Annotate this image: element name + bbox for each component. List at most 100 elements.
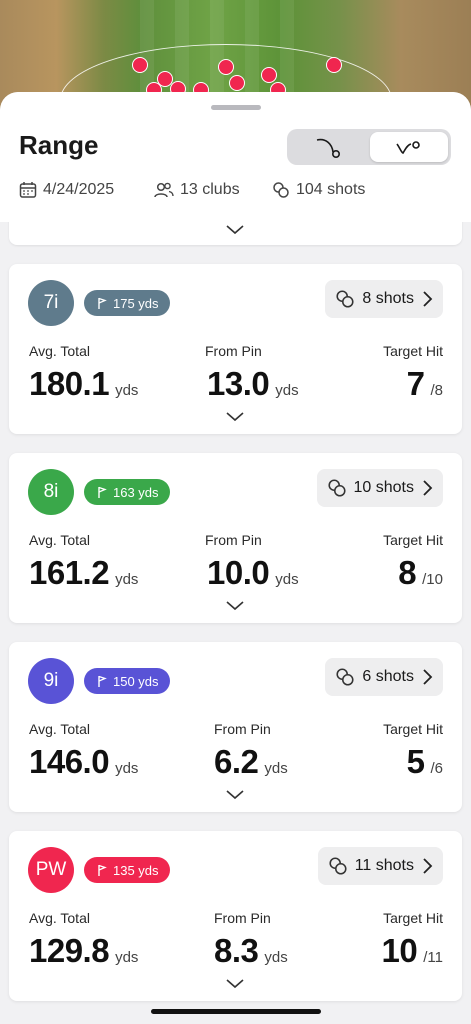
shot-curve-icon: [316, 138, 340, 159]
users-icon: [154, 182, 174, 198]
from-pin-value: 8.3 yds: [214, 932, 288, 970]
unit-yds: yds: [115, 949, 139, 966]
chevron-down-icon[interactable]: [225, 411, 245, 423]
from-pin-number: 13.0: [207, 365, 270, 402]
club-badge: 7i: [28, 280, 74, 326]
from-pin-value: 10.0 yds: [207, 554, 299, 592]
shot-marker: [132, 57, 148, 73]
golf-balls-icon: [336, 668, 354, 686]
shot-marker: [326, 57, 342, 73]
avg-total-label: Avg. Total: [29, 721, 90, 737]
shot-marker: [229, 75, 245, 91]
from-pin-number: 8.3: [214, 932, 259, 969]
home-indicator[interactable]: [151, 1009, 321, 1014]
from-pin-label: From Pin: [205, 532, 262, 548]
golf-balls-icon: [336, 290, 354, 308]
unit-yds: yds: [115, 760, 139, 777]
shots-button[interactable]: 8 shots: [325, 280, 443, 318]
from-pin-number: 6.2: [214, 743, 259, 780]
pin-text: 150 yds: [113, 673, 159, 689]
pin-distance-badge: 150 yds: [84, 668, 170, 694]
avg-total-label: Avg. Total: [29, 343, 90, 359]
shots-button[interactable]: 11 shots: [317, 847, 443, 885]
calendar-icon: [19, 182, 37, 198]
target-hit-total: /8: [430, 382, 443, 399]
chevron-down-icon[interactable]: [225, 789, 245, 801]
club-count: 13 clubs: [154, 181, 240, 199]
session-date: 4/24/2025: [19, 181, 114, 199]
avg-total-number: 180.1: [29, 365, 110, 402]
toggle-shot-trace[interactable]: [370, 132, 448, 162]
from-pin-label: From Pin: [214, 910, 271, 926]
shots-button[interactable]: 6 shots: [325, 658, 443, 696]
pin-text: 163 yds: [113, 484, 159, 500]
avg-total-number: 161.2: [29, 554, 110, 591]
view-toggle[interactable]: [287, 129, 451, 165]
shots-label: 11 shots: [354, 857, 414, 874]
club-card-pw[interactable]: PW 135 yds 11 shots Avg. Total From Pin …: [9, 831, 462, 1001]
clubs-text: 13 clubs: [180, 181, 240, 198]
date-text: 4/24/2025: [43, 181, 115, 198]
sheet-grabber[interactable]: [211, 105, 261, 110]
target-hit-number: 5: [406, 743, 425, 780]
unit-yds: yds: [115, 571, 139, 588]
shots-button[interactable]: 10 shots: [316, 469, 443, 507]
flag-icon: [98, 675, 107, 687]
flag-icon: [98, 297, 107, 309]
target-hit-total: /10: [422, 571, 443, 588]
chevron-right-icon: [423, 858, 433, 874]
pin-text: 175 yds: [113, 295, 159, 311]
unit-yds: yds: [264, 949, 288, 966]
chevron-down-icon[interactable]: [225, 224, 245, 236]
bottom-sheet: Range 4/24/2025 13 clubs 104 shots 7i 17…: [0, 92, 471, 1024]
shot-marker: [261, 67, 277, 83]
chevron-right-icon: [423, 480, 433, 496]
target-hit-label: Target Hit: [383, 721, 443, 737]
shot-count: 104 shots: [272, 181, 365, 199]
avg-total-label: Avg. Total: [29, 910, 90, 926]
target-hit-label: Target Hit: [383, 910, 443, 926]
target-hit-number: 7: [406, 365, 425, 402]
target-hit-label: Target Hit: [383, 532, 443, 548]
from-pin-number: 10.0: [207, 554, 270, 591]
target-hit-number: 8: [398, 554, 417, 591]
avg-total-value: 180.1 yds: [29, 365, 138, 403]
golf-balls-icon: [329, 857, 347, 875]
chevron-down-icon[interactable]: [225, 600, 245, 612]
from-pin-value: 6.2 yds: [214, 743, 288, 781]
avg-total-value: 129.8 yds: [29, 932, 138, 970]
club-card-8i[interactable]: 8i 163 yds 10 shots Avg. Total From Pin …: [9, 453, 462, 623]
sheet-header: Range 4/24/2025 13 clubs 104 shots: [0, 92, 471, 222]
page-title: Range: [19, 130, 99, 160]
from-pin-value: 13.0 yds: [207, 365, 299, 403]
from-pin-label: From Pin: [214, 721, 271, 737]
unit-yds: yds: [264, 760, 288, 777]
target-hit-total: /6: [430, 760, 443, 777]
unit-yds: yds: [275, 382, 299, 399]
club-badge: 8i: [28, 469, 74, 515]
target-hit-value: 5/6: [407, 743, 443, 781]
chevron-right-icon: [423, 669, 433, 685]
pin-distance-badge: 135 yds: [84, 857, 170, 883]
flag-icon: [98, 486, 107, 498]
pin-text: 135 yds: [113, 862, 159, 878]
target-hit-value: 8/10: [398, 554, 443, 592]
club-badge: 9i: [28, 658, 74, 704]
golf-balls-icon: [327, 479, 346, 497]
golf-balls-icon: [273, 182, 289, 198]
club-badge: PW: [28, 847, 74, 893]
club-card-9i[interactable]: 9i 150 yds 6 shots Avg. Total From Pin T…: [9, 642, 462, 812]
club-card-7i[interactable]: 7i 175 yds 8 shots Avg. Total From Pin T…: [9, 264, 462, 434]
flag-icon: [98, 864, 107, 876]
target-hit-value: 7/8: [407, 365, 443, 403]
toggle-shot-curve[interactable]: [290, 132, 368, 162]
shot-trace-icon: [396, 141, 420, 155]
chevron-down-icon[interactable]: [225, 978, 245, 990]
target-hit-value: 10/11: [382, 932, 443, 970]
shot-marker: [218, 59, 234, 75]
chevron-right-icon: [423, 291, 433, 307]
pin-distance-badge: 175 yds: [84, 290, 170, 316]
target-hit-label: Target Hit: [383, 343, 443, 359]
from-pin-label: From Pin: [205, 343, 262, 359]
shots-label: 6 shots: [362, 668, 414, 685]
